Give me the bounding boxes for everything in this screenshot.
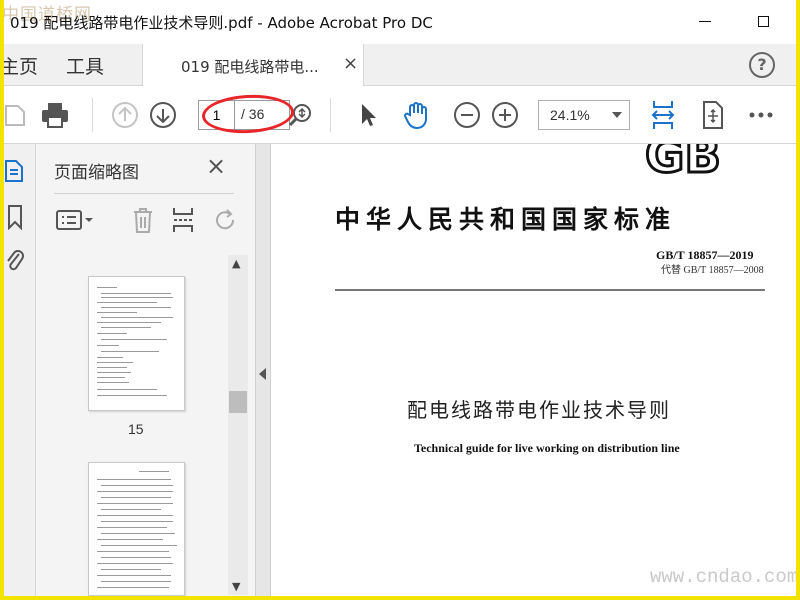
thumbnail-options-icon[interactable] — [54, 204, 96, 236]
scroll-up-icon[interactable]: ▲ — [232, 257, 240, 270]
svg-text:GB: GB — [645, 144, 721, 184]
collapse-arrow-icon[interactable] — [259, 368, 266, 380]
minimize-button[interactable] — [690, 8, 720, 34]
document-title-en: Technical guide for live working on dist… — [414, 441, 680, 455]
panel-collapse-bar[interactable] — [255, 144, 271, 596]
close-tab-icon[interactable]: × — [343, 53, 358, 74]
menu-tools[interactable]: 工具 — [66, 52, 104, 79]
rotate-page-icon[interactable] — [210, 204, 240, 236]
page-thumbnail[interactable] — [88, 276, 185, 411]
thumbnail-label: 15 — [128, 421, 144, 437]
thumbnail-scrollbar[interactable]: ▲ ▼ — [228, 255, 248, 595]
toolbar: / 36 24.1% — [0, 86, 800, 144]
window-title: 019 配电线路带电作业技术导则.pdf - Adobe Acrobat Pro… — [10, 14, 433, 32]
toolbar-separator — [330, 98, 331, 132]
document-view[interactable]: GB 中华人民共和国国家标准 GB/T 18857—2019 代替 GB/T 1… — [271, 144, 796, 596]
zoom-select[interactable]: 24.1% — [538, 100, 630, 130]
scroll-down-icon[interactable]: ▼ — [232, 580, 240, 593]
title-bar: 中国道桥网 019 配电线路带电作业技术导则.pdf - Adobe Acrob… — [0, 0, 800, 44]
maximize-button[interactable] — [748, 8, 778, 34]
zoom-value: 24.1% — [550, 107, 590, 123]
panel-title: 页面缩略图 — [54, 163, 139, 183]
page-thumbnail[interactable] — [88, 462, 185, 596]
chevron-down-icon — [612, 112, 622, 118]
attachment-icon[interactable] — [0, 246, 30, 276]
toolbar-separator — [92, 98, 93, 132]
gb-logo: GB — [644, 144, 723, 184]
navigation-rail — [0, 144, 36, 596]
delete-page-icon[interactable] — [128, 204, 158, 236]
bookmark-icon[interactable] — [0, 202, 30, 232]
scrollbar-thumb[interactable] — [229, 391, 247, 413]
previous-page-icon[interactable] — [110, 100, 140, 130]
zoom-out-icon[interactable] — [452, 100, 482, 130]
print-icon[interactable] — [40, 100, 70, 130]
menu-home[interactable]: 主页 — [0, 52, 38, 79]
document-tab-label: 019 配电线路带电... — [181, 58, 319, 76]
menu-bar: 主页 工具 019 配电线路带电... × ? — [0, 44, 800, 87]
standard-title: 中华人民共和国国家标准 — [335, 205, 677, 234]
zoom-in-icon[interactable] — [490, 100, 520, 130]
save-icon[interactable] — [0, 100, 30, 130]
hand-tool-icon[interactable] — [402, 100, 432, 130]
document-tab[interactable]: 019 配电线路带电... × — [142, 44, 364, 87]
header-rule — [335, 289, 765, 291]
page-thumbnails-icon[interactable] — [0, 156, 30, 186]
next-page-icon[interactable] — [148, 100, 178, 130]
standard-replaces: 代替 GB/T 18857—2008 — [661, 265, 764, 276]
more-icon[interactable] — [746, 100, 776, 130]
select-cursor-icon[interactable] — [354, 100, 384, 130]
extract-page-icon[interactable] — [168, 204, 198, 236]
help-icon[interactable]: ? — [749, 52, 775, 78]
document-title-cn: 配电线路带电作业技术导则 — [407, 398, 671, 422]
page-rotate-icon[interactable] — [698, 100, 728, 130]
watermark-bottom: www.cndao.com — [650, 566, 799, 588]
fit-width-icon[interactable] — [648, 100, 678, 130]
panel-divider — [54, 193, 234, 194]
close-panel-icon[interactable]: × — [206, 154, 226, 178]
